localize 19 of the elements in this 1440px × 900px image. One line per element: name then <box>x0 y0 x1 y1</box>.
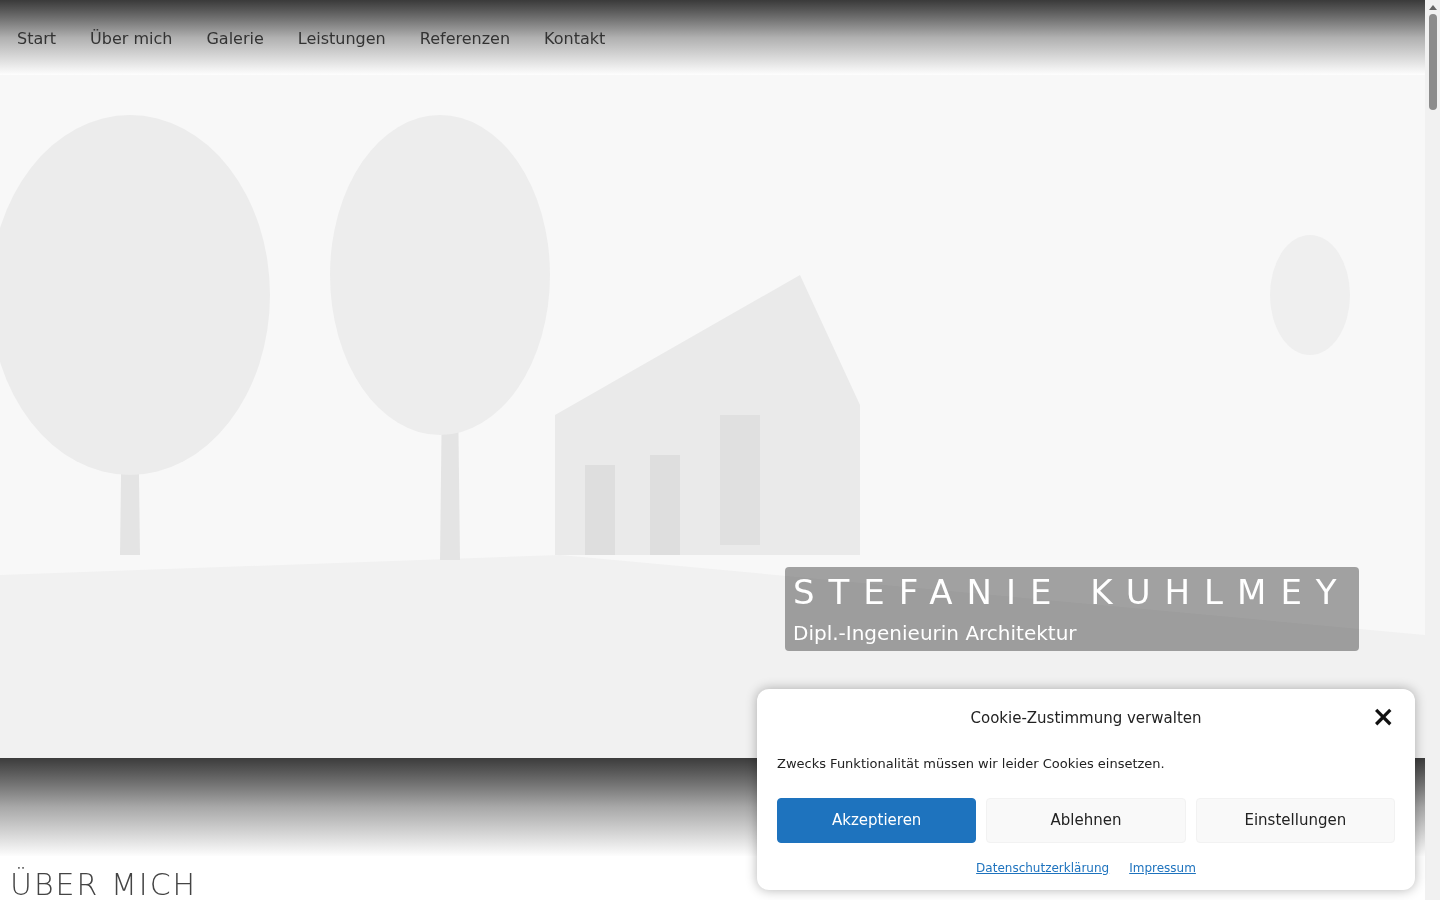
scroll-up-icon[interactable] <box>1428 5 1437 10</box>
scrollbar[interactable] <box>1425 0 1440 900</box>
accept-button[interactable]: Akzeptieren <box>777 798 977 843</box>
nav-link[interactable]: Galerie <box>206 27 264 51</box>
dialog-link[interactable]: Datenschutzerklärung <box>976 859 1110 877</box>
nav-link[interactable]: Start <box>17 27 57 51</box>
scrollbar-thumb[interactable] <box>1428 14 1437 110</box>
nav-link[interactable]: Kontakt <box>544 27 606 51</box>
close-button[interactable]: × <box>1371 703 1395 731</box>
hero-title: STEFANIE KUHLMEY <box>793 574 1351 609</box>
dialog-link[interactable]: Impressum <box>1129 859 1196 877</box>
dialog-button[interactable]: Ablehnen <box>986 798 1186 843</box>
nav-link[interactable]: Leistungen <box>297 27 386 51</box>
dialog-message: Zwecks Funktionalität müssen wir leider Cookies einsetzen. <box>777 754 1166 773</box>
nav-link[interactable]: Referenzen <box>419 27 511 51</box>
dialog-button[interactable]: Einstellungen <box>1195 798 1395 843</box>
hero-subtitle: Dipl.-Ingenieurin Architektur <box>793 622 1078 643</box>
dialog-title: Cookie-Zustimmung verwalten <box>970 708 1202 729</box>
nav-link[interactable]: Über mich <box>90 27 173 51</box>
